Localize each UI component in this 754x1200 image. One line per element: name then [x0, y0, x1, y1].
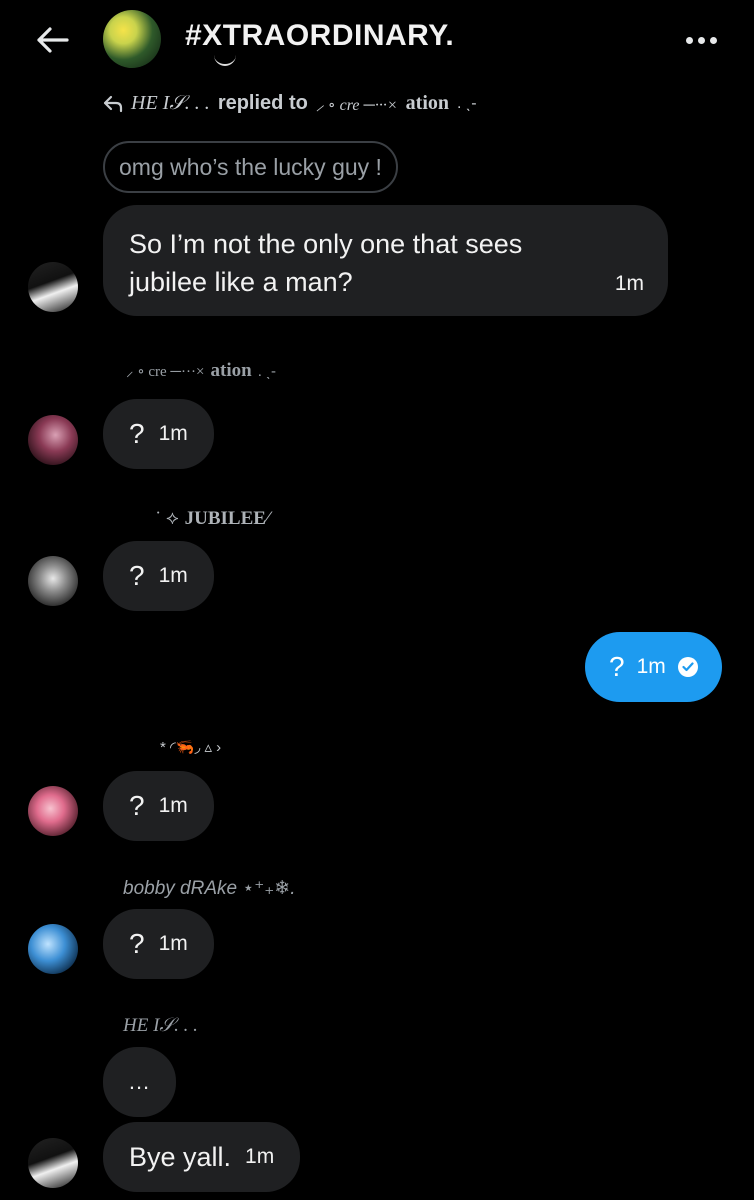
message-bubble[interactable]: ... — [103, 1047, 176, 1117]
check-circle-icon — [677, 657, 698, 677]
sender-name[interactable]: bobby dRAke ⋆⁺₊❄. — [123, 877, 296, 900]
message-text: ? — [129, 560, 145, 591]
message-text: ... — [128, 1069, 151, 1094]
message-text: So I’m not the only one that sees — [129, 229, 523, 259]
back-button[interactable] — [28, 18, 76, 62]
own-message-bubble[interactable]: ? 1m — [585, 632, 722, 702]
reply-to-name: ation — [405, 92, 449, 114]
message-bubble[interactable]: Bye yall. 1m — [103, 1122, 301, 1192]
reply-to-prefix: ⸝ ∘ cre ─···× — [315, 96, 398, 114]
more-horizontal-icon — [685, 36, 693, 44]
message-text: ? — [609, 651, 625, 682]
message-text: jubilee like a man? — [129, 267, 353, 297]
message-time: 1m — [636, 655, 666, 678]
quoted-message[interactable]: omg who’s the lucky guy ! — [103, 141, 398, 193]
more-options-button[interactable] — [676, 22, 726, 58]
reply-to-suffix: . ˎ- — [457, 94, 477, 112]
sender-name[interactable]: HE I𝒮. . . — [123, 1015, 198, 1037]
message-time: 1m — [158, 794, 188, 817]
avatar[interactable] — [28, 556, 78, 606]
message-bubble[interactable]: ? 1m — [103, 909, 214, 979]
avatar[interactable] — [28, 262, 78, 312]
sender-name[interactable]: * ◜🦐◞ ▵ › — [160, 738, 221, 756]
reply-context: HE I𝒮. . . replied to ⸝ ∘ cre ─···× atio… — [103, 92, 477, 115]
sender-prefix: ˙ ⟡ — [155, 508, 179, 529]
sender-label: JUBILEE⁄ — [184, 508, 270, 529]
avatar[interactable] — [28, 786, 78, 836]
message-time: 1m — [158, 564, 188, 587]
message-bubble[interactable]: So I’m not the only one that sees jubile… — [103, 205, 668, 316]
avatar[interactable] — [28, 415, 78, 465]
message-text: ? — [129, 928, 145, 959]
message-text: ? — [129, 790, 145, 821]
message-time: 1m — [158, 422, 188, 445]
reply-icon — [103, 95, 123, 112]
message-bubble[interactable]: ? 1m — [103, 399, 214, 469]
title-decoration — [214, 52, 236, 66]
avatar[interactable] — [28, 1138, 78, 1188]
group-avatar[interactable] — [103, 10, 161, 68]
message-bubble[interactable]: ? 1m — [103, 541, 214, 611]
sender-name[interactable]: ⸝ ∘ cre ─···× ation . ˎ- — [126, 360, 276, 382]
sender-name[interactable]: ˙ ⟡ JUBILEE⁄ — [155, 508, 269, 530]
message-text: ? — [129, 418, 145, 449]
sender-suffix: . ˎ- — [257, 362, 277, 380]
message-time: 1m — [245, 1145, 275, 1168]
reply-from: HE I𝒮. . . — [131, 92, 210, 114]
reply-label: replied to — [217, 92, 308, 114]
sender-label: ation — [210, 360, 252, 381]
message-text: Bye yall. — [129, 1141, 232, 1172]
message-time: 1m — [158, 932, 188, 955]
avatar[interactable] — [28, 924, 78, 974]
message-time: 1m — [614, 272, 644, 295]
group-title[interactable]: #XTRAORDINARY. — [185, 19, 454, 53]
sender-prefix: ⸝ ∘ cre ─···× — [126, 364, 205, 380]
message-bubble[interactable]: ? 1m — [103, 771, 214, 841]
arrow-left-icon — [37, 27, 69, 53]
